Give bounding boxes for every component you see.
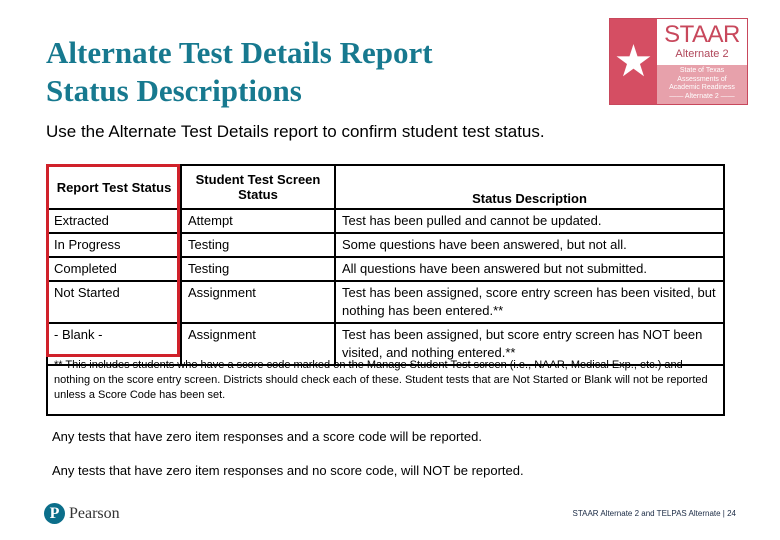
- pearson-p-icon: P: [44, 503, 65, 524]
- title-line-2: Status Descriptions: [46, 73, 302, 108]
- pearson-wordmark: Pearson: [69, 504, 120, 522]
- report-status-cell: Completed: [46, 256, 182, 282]
- screen-status-cell: Testing: [180, 232, 336, 258]
- table-row: In Progress Testing Some questions have …: [46, 232, 725, 258]
- header-report-test-status: Report Test Status: [46, 164, 182, 210]
- note-score-code-reported: Any tests that have zero item responses …: [52, 429, 482, 444]
- logo-tagline-line: Assessments of: [677, 75, 727, 83]
- staar-alternate-2-logo: ★ STAAR Alternate 2 State of Texas Asses…: [609, 18, 748, 105]
- subtitle: Use the Alternate Test Details report to…: [46, 122, 545, 141]
- pearson-logo: P Pearson: [44, 503, 120, 524]
- title-line-1: Alternate Test Details Report: [46, 35, 433, 70]
- page-footer-label: STAAR Alternate 2 and TELPAS Alternate |…: [572, 509, 736, 518]
- description-cell: Some questions have been answered, but n…: [334, 232, 725, 258]
- description-cell: Test has been assigned, score entry scre…: [334, 280, 725, 324]
- description-cell: All questions have been answered but not…: [334, 256, 725, 282]
- header-status-description: Status Description: [334, 164, 725, 210]
- table-row: Completed Testing All questions have bee…: [46, 256, 725, 282]
- logo-brand-panel: STAAR Alternate 2: [657, 19, 747, 65]
- table-row: Not Started Assignment Test has been ass…: [46, 280, 725, 324]
- screen-status-cell: Testing: [180, 256, 336, 282]
- screen-status-cell: Attempt: [180, 208, 336, 234]
- logo-tagline: State of Texas Assessments of Academic R…: [657, 65, 747, 104]
- logo-tagline-line: Academic Readiness: [669, 84, 735, 91]
- table-row: Extracted Attempt Test has been pulled a…: [46, 208, 725, 234]
- logo-edition: Alternate 2: [675, 48, 729, 60]
- star-icon: ★: [613, 36, 654, 86]
- report-status-cell: Extracted: [46, 208, 182, 234]
- table-footnote: ** This includes students who have a sco…: [46, 356, 725, 416]
- report-status-cell: Not Started: [46, 280, 182, 324]
- description-cell: Test has been pulled and cannot be updat…: [334, 208, 725, 234]
- table-header-row: Report Test Status Student Test Screen S…: [46, 164, 725, 210]
- logo-tagline-line: State of Texas: [679, 67, 725, 74]
- report-status-cell: In Progress: [46, 232, 182, 258]
- page-title: Alternate Test Details Report Status Des…: [46, 34, 433, 110]
- logo-star-panel: ★: [610, 19, 657, 104]
- logo-tagline-line: —— Alternate 2 ——: [669, 92, 735, 100]
- logo-brand: STAAR: [664, 21, 740, 48]
- status-table: Report Test Status Student Test Screen S…: [46, 164, 725, 366]
- note-no-score-code-not-reported: Any tests that have zero item responses …: [52, 463, 524, 478]
- screen-status-cell: Assignment: [180, 280, 336, 324]
- header-student-test-screen-status: Student Test Screen Status: [180, 164, 336, 210]
